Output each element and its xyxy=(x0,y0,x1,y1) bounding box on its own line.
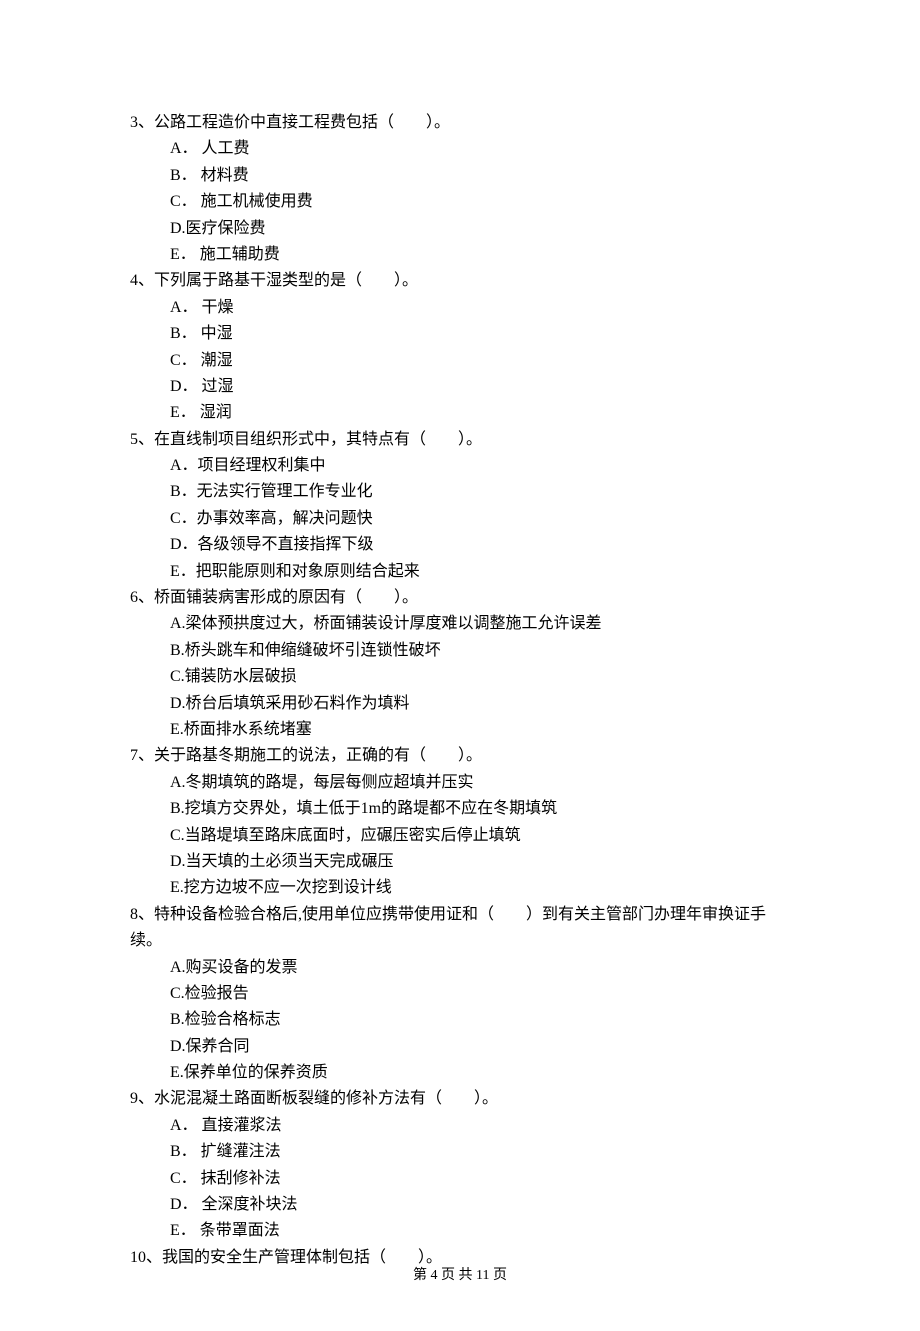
question-text: 水泥混凝土路面断板裂缝的修补方法有（ ）。 xyxy=(154,1090,498,1107)
option-e: E.保养单位的保养资质 xyxy=(130,1060,790,1086)
question-number: 4 xyxy=(130,272,138,289)
question-stem: 4、下列属于路基干湿类型的是（ ）。 xyxy=(130,268,790,294)
option-e: E.挖方边坡不应一次挖到设计线 xyxy=(130,875,790,901)
question-7: 7、关于路基冬期施工的说法，正确的有（ ）。 A.冬期填筑的路堤，每层每侧应超填… xyxy=(130,743,790,901)
option-a: A． 干燥 xyxy=(130,295,790,321)
option-e: E．把职能原则和对象原则结合起来 xyxy=(130,559,790,585)
option-a: A． 直接灌浆法 xyxy=(130,1113,790,1139)
option-c: C． 施工机械使用费 xyxy=(130,189,790,215)
question-4: 4、下列属于路基干湿类型的是（ ）。 A． 干燥 B． 中湿 C． 潮湿 D． … xyxy=(130,268,790,426)
option-d: D.保养合同 xyxy=(130,1034,790,1060)
option-d: D.桥台后填筑采用砂石料作为填料 xyxy=(130,691,790,717)
option-b: B． 扩缝灌注法 xyxy=(130,1139,790,1165)
question-stem: 3、公路工程造价中直接工程费包括（ ）。 xyxy=(130,110,790,136)
question-stem: 7、关于路基冬期施工的说法，正确的有（ ）。 xyxy=(130,743,790,769)
option-c: C.检验报告 xyxy=(130,981,790,1007)
option-e: E． 施工辅助费 xyxy=(130,242,790,268)
question-9: 9、水泥混凝土路面断板裂缝的修补方法有（ ）。 A． 直接灌浆法 B． 扩缝灌注… xyxy=(130,1086,790,1244)
question-6: 6、桥面铺装病害形成的原因有（ ）。 A.梁体预拱度过大，桥面铺装设计厚度难以调… xyxy=(130,585,790,743)
option-e: E.桥面排水系统堵塞 xyxy=(130,717,790,743)
question-number: 8 xyxy=(130,906,138,923)
question-stem: 8、特种设备检验合格后,使用单位应携带使用证和（ ）到有关主管部门办理年审换证手 xyxy=(130,902,790,928)
question-text: 在直线制项目组织形式中，其特点有（ ）。 xyxy=(154,431,482,448)
option-c: C．办事效率高，解决问题快 xyxy=(130,506,790,532)
question-text: 桥面铺装病害形成的原因有（ ）。 xyxy=(154,589,418,606)
question-number: 3 xyxy=(130,114,138,131)
option-b: B.桥头跳车和伸缩缝破坏引连锁性破坏 xyxy=(130,638,790,664)
question-stem: 6、桥面铺装病害形成的原因有（ ）。 xyxy=(130,585,790,611)
question-stem-continuation: 续。 xyxy=(130,928,790,954)
question-8: 8、特种设备检验合格后,使用单位应携带使用证和（ ）到有关主管部门办理年审换证手… xyxy=(130,902,790,1087)
question-number: 9 xyxy=(130,1090,138,1107)
question-5: 5、在直线制项目组织形式中，其特点有（ ）。 A．项目经理权利集中 B．无法实行… xyxy=(130,427,790,585)
option-e: E． 湿润 xyxy=(130,400,790,426)
option-c: C． 抹刮修补法 xyxy=(130,1166,790,1192)
question-stem: 9、水泥混凝土路面断板裂缝的修补方法有（ ）。 xyxy=(130,1086,790,1112)
option-b: B． 材料费 xyxy=(130,163,790,189)
option-e: E． 条带罩面法 xyxy=(130,1218,790,1244)
option-c: C.铺装防水层破损 xyxy=(130,664,790,690)
question-text: 特种设备检验合格后,使用单位应携带使用证和（ ）到有关主管部门办理年审换证手 xyxy=(154,906,766,923)
exam-page: 3、公路工程造价中直接工程费包括（ ）。 A． 人工费 B． 材料费 C． 施工… xyxy=(0,0,920,1331)
page-footer: 第 4 页 共 11 页 xyxy=(0,1264,920,1287)
question-text: 下列属于路基干湿类型的是（ ）。 xyxy=(154,272,418,289)
question-number: 5 xyxy=(130,431,138,448)
question-number: 7 xyxy=(130,747,138,764)
option-b: B.检验合格标志 xyxy=(130,1007,790,1033)
option-c: C． 潮湿 xyxy=(130,348,790,374)
option-b: B．无法实行管理工作专业化 xyxy=(130,479,790,505)
option-d: D． 过湿 xyxy=(130,374,790,400)
option-d: D． 全深度补块法 xyxy=(130,1192,790,1218)
option-c: C.当路堤填至路床底面时，应碾压密实后停止填筑 xyxy=(130,823,790,849)
option-d: D.当天填的土必须当天完成碾压 xyxy=(130,849,790,875)
option-d: D．各级领导不直接指挥下级 xyxy=(130,532,790,558)
option-d: D.医疗保险费 xyxy=(130,216,790,242)
option-a: A.冬期填筑的路堤，每层每侧应超填并压实 xyxy=(130,770,790,796)
option-a: A． 人工费 xyxy=(130,136,790,162)
option-a: A.购买设备的发票 xyxy=(130,955,790,981)
question-3: 3、公路工程造价中直接工程费包括（ ）。 A． 人工费 B． 材料费 C． 施工… xyxy=(130,110,790,268)
question-number: 6 xyxy=(130,589,138,606)
option-a: A.梁体预拱度过大，桥面铺装设计厚度难以调整施工允许误差 xyxy=(130,611,790,637)
option-a: A．项目经理权利集中 xyxy=(130,453,790,479)
question-text: 公路工程造价中直接工程费包括（ ）。 xyxy=(154,114,450,131)
question-stem: 5、在直线制项目组织形式中，其特点有（ ）。 xyxy=(130,427,790,453)
question-text: 关于路基冬期施工的说法，正确的有（ ）。 xyxy=(154,747,482,764)
option-b: B． 中湿 xyxy=(130,321,790,347)
option-b: B.挖填方交界处，填土低于1m的路堤都不应在冬期填筑 xyxy=(130,796,790,822)
